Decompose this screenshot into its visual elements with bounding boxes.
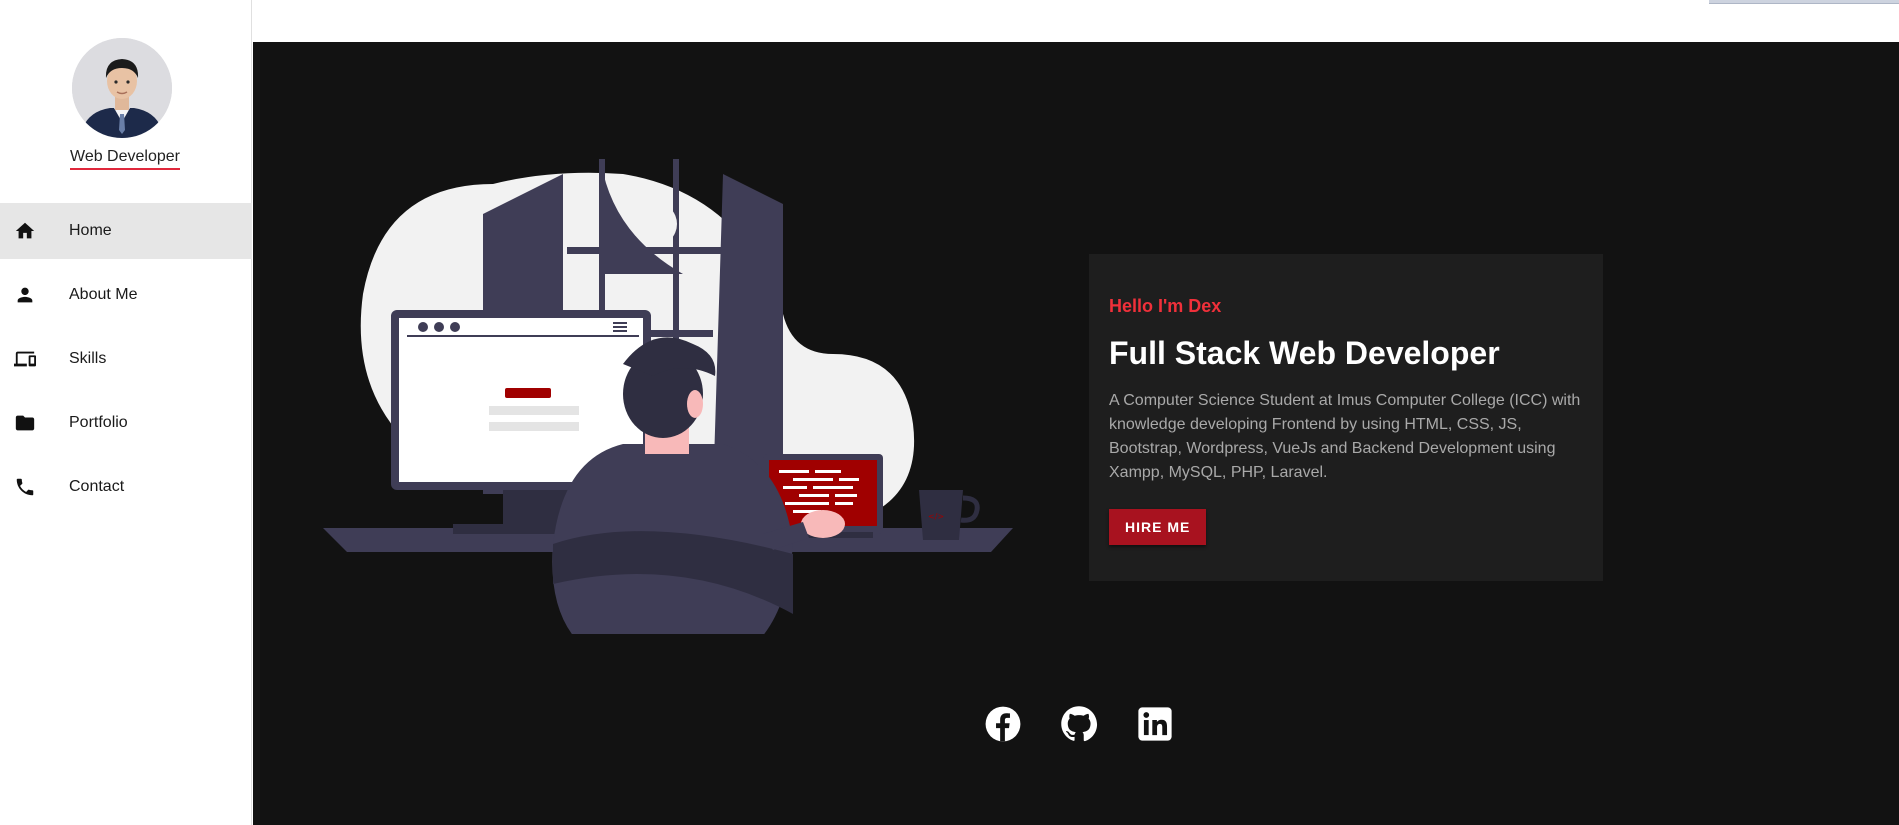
sidebar-item-label: Contact [69, 478, 125, 495]
sidebar-item-label: Home [69, 222, 112, 239]
sidebar-item-label: About Me [69, 286, 138, 303]
role-label: Web Developer [0, 148, 250, 170]
hero-title: Full Stack Web Developer [1109, 335, 1500, 371]
sidebar-item-contact[interactable]: Contact [0, 459, 252, 515]
github-icon[interactable] [1060, 705, 1098, 743]
avatar [72, 38, 172, 138]
hire-me-button[interactable]: HIRE ME [1109, 509, 1207, 545]
hero-description: A Computer Science Student at Imus Compu… [1109, 392, 1581, 481]
sidebar-nav: Home About Me Skills Portfolio Contact [0, 203, 252, 523]
sidebar-item-portfolio[interactable]: Portfolio [0, 395, 252, 451]
role-text: Web Developer [70, 148, 180, 170]
greeting: Hello I'm Dex [1109, 296, 1222, 316]
top-bar-accent [1709, 0, 1899, 4]
social-links [984, 705, 1174, 743]
developer-illustration: </> [323, 114, 1023, 674]
facebook-icon[interactable] [984, 705, 1022, 743]
sidebar-item-label: Skills [69, 350, 107, 367]
svg-text:</>: </> [928, 512, 944, 521]
folder-icon [12, 410, 38, 436]
sidebar-item-label: Portfolio [69, 414, 128, 431]
home-icon [12, 218, 38, 244]
top-app-bar [253, 0, 1899, 42]
hero-section: </> Hello I'm Dex Full Stack Web Develop… [253, 42, 1899, 825]
sidebar-item-skills[interactable]: Skills [0, 331, 252, 387]
phone-icon [12, 474, 38, 500]
devices-icon [12, 346, 38, 372]
linkedin-icon[interactable] [1136, 705, 1174, 743]
person-icon [12, 282, 38, 308]
sidebar-item-home[interactable]: Home [0, 203, 252, 259]
sidebar: Web Developer Home About Me Skills Portf… [0, 0, 252, 825]
intro-card: Hello I'm Dex Full Stack Web Developer A… [1089, 254, 1603, 581]
sidebar-item-about[interactable]: About Me [0, 267, 252, 323]
